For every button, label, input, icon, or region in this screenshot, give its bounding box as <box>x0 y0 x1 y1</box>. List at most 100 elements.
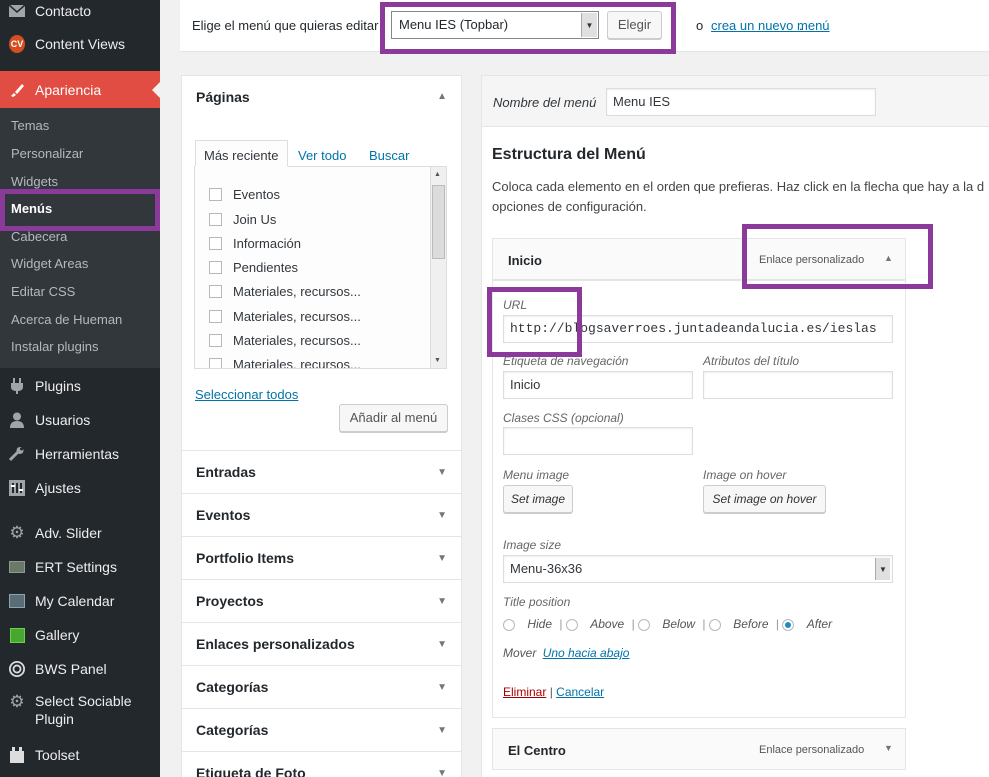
chevron-down-icon: ▼ <box>437 510 447 521</box>
submenu-widgets[interactable]: Widgets <box>0 168 160 196</box>
submenu-menus[interactable]: Menús <box>0 195 160 223</box>
menu-name-input[interactable]: Menu IES <box>606 88 876 116</box>
submenu-temas[interactable]: Temas <box>0 112 160 140</box>
cancel-link[interactable]: Cancelar <box>556 685 604 699</box>
section-enlaces-personalizados[interactable]: Enlaces personalizados ▼ <box>182 622 461 665</box>
item-actions: Eliminar | Cancelar <box>503 685 604 699</box>
menu-name-bar: Nombre del menú Menu IES <box>481 75 989 127</box>
checkbox[interactable] <box>209 285 222 298</box>
section-title: Portfolio Items <box>196 550 295 566</box>
checkbox[interactable] <box>209 310 222 323</box>
choose-button[interactable]: Elegir <box>607 11 662 39</box>
chevron-down-icon: ▼ <box>437 553 447 564</box>
submenu-editar-css[interactable]: Editar CSS <box>0 278 160 306</box>
list-scrollbar[interactable]: ▲ ▼ <box>430 167 446 368</box>
or-text: o <box>696 18 704 33</box>
section-portfolio-items[interactable]: Portfolio Items ▼ <box>182 536 461 579</box>
title-attr-label: Atributos del título <box>703 354 800 368</box>
scroll-thumb[interactable] <box>432 185 445 259</box>
menu-item-el-centro[interactable]: El Centro Enlace personalizado ▼ <box>492 728 906 770</box>
sidebar-item-select-sociable[interactable]: ⚙ Select Sociable Plugin <box>0 692 160 732</box>
remove-link[interactable]: Eliminar <box>503 685 546 699</box>
section-categorias-2[interactable]: Categorías ▼ <box>182 708 461 751</box>
chevron-down-icon: ▼ <box>875 558 890 580</box>
sidebar-item-herramientas[interactable]: Herramientas <box>0 443 160 465</box>
sidebar-item-content-views[interactable]: CV Content Views <box>0 32 160 56</box>
list-item[interactable]: Materiales, recursos... <box>209 284 361 299</box>
create-menu-link[interactable]: crea un nuevo menú <box>711 18 830 33</box>
sidebar-item-toolset[interactable]: Toolset <box>0 744 160 766</box>
pages-checklist: Eventos Join Us Información Pendientes M… <box>194 166 447 369</box>
list-item[interactable]: Materiales, recursos... <box>209 357 361 368</box>
tab-recent[interactable]: Más reciente <box>195 140 288 167</box>
checkbox[interactable] <box>209 237 222 250</box>
radio-before[interactable] <box>708 618 721 631</box>
select-all-link[interactable]: Seleccionar todos <box>195 387 298 402</box>
section-entradas[interactable]: Entradas ▼ <box>182 450 461 493</box>
title-position-radios: Hide | Above | Below | Before | After <box>503 617 832 631</box>
radio-below[interactable] <box>638 618 651 631</box>
section-proyectos[interactable]: Proyectos ▼ <box>182 579 461 622</box>
list-item[interactable]: Eventos <box>209 187 280 202</box>
chevron-down-icon[interactable]: ▼ <box>884 743 893 753</box>
list-item[interactable]: Materiales, recursos... <box>209 309 361 324</box>
menu-item-inicio[interactable]: Inicio Enlace personalizado ▲ <box>492 238 906 280</box>
sidebar-item-bws-panel[interactable]: BWS Panel <box>0 658 160 680</box>
calendar-icon <box>9 593 25 609</box>
sidebar-item-contacto[interactable]: Contacto <box>0 0 160 22</box>
radio-after[interactable] <box>782 618 795 631</box>
tab-view-all[interactable]: Ver todo <box>298 148 346 163</box>
section-title: Categorías <box>196 722 269 738</box>
section-etiqueta-foto[interactable]: Etiqueta de Foto ▼ <box>182 751 461 777</box>
list-item[interactable]: Materiales, recursos... <box>209 333 361 348</box>
sidebar-item-my-calendar[interactable]: My Calendar <box>0 590 160 612</box>
menu-name-label: Nombre del menú <box>493 95 597 110</box>
checkbox[interactable] <box>209 188 222 201</box>
checkbox[interactable] <box>209 261 222 274</box>
scroll-up-icon[interactable]: ▲ <box>434 171 441 178</box>
sidebar-item-usuarios[interactable]: Usuarios <box>0 409 160 431</box>
css-classes-input[interactable] <box>503 427 693 455</box>
checkbox[interactable] <box>209 334 222 347</box>
submenu-personalizar[interactable]: Personalizar <box>0 140 160 168</box>
list-item[interactable]: Join Us <box>209 212 276 227</box>
sidebar-item-ajustes[interactable]: Ajustes <box>0 477 160 499</box>
sidebar-item-label: BWS Panel <box>35 661 107 677</box>
section-eventos[interactable]: Eventos ▼ <box>182 493 461 536</box>
checkbox[interactable] <box>209 213 222 226</box>
menu-select-dropdown[interactable]: Menu IES (Topbar) ▼ <box>391 11 599 39</box>
chevron-up-icon[interactable]: ▲ <box>884 253 893 263</box>
sidebar-item-ert-settings[interactable]: ERT Settings <box>0 556 160 578</box>
set-hover-image-button[interactable]: Set image on hover <box>703 485 826 513</box>
sidebar-item-label: Plugins <box>35 378 81 394</box>
submenu-acerca-hueman[interactable]: Acerca de Hueman <box>0 306 160 334</box>
list-item[interactable]: Información <box>209 236 301 251</box>
radio-above[interactable] <box>565 618 578 631</box>
submenu-instalar-plugins[interactable]: Instalar plugins <box>0 333 160 361</box>
pages-section-header[interactable]: Páginas ▲ <box>182 76 461 119</box>
title-attr-input[interactable] <box>703 371 893 399</box>
image-size-select[interactable]: Menu-36x36 ▼ <box>503 555 893 583</box>
set-image-button[interactable]: Set image <box>503 485 573 513</box>
url-input[interactable]: http://blogsaverroes.juntadeandalucia.es… <box>503 315 893 343</box>
radio-hide[interactable] <box>503 618 515 631</box>
add-to-menu-button[interactable]: Añadir al menú <box>339 404 448 432</box>
section-title: Categorías <box>196 679 269 695</box>
sidebar-item-gallery[interactable]: Gallery <box>0 624 160 646</box>
sidebar-item-plugins[interactable]: Plugins <box>0 375 160 397</box>
tab-search[interactable]: Buscar <box>369 148 409 163</box>
submenu-widget-areas[interactable]: Widget Areas <box>0 250 160 278</box>
move-label: Mover <box>503 646 537 660</box>
sidebar-item-adv-slider[interactable]: ⚙ Adv. Slider <box>0 522 160 544</box>
sidebar-item-apariencia[interactable]: Apariencia <box>0 71 160 108</box>
sidebar-item-label: Adv. Slider <box>35 525 102 541</box>
nav-label-input[interactable]: Inicio <box>503 371 693 399</box>
submenu-cabecera[interactable]: Cabecera <box>0 223 160 251</box>
section-title: Entradas <box>196 464 256 480</box>
checkbox[interactable] <box>209 358 222 368</box>
scroll-down-icon[interactable]: ▼ <box>434 357 441 364</box>
menu-image-label: Menu image <box>503 468 570 482</box>
move-down-link[interactable]: Uno hacia abajo <box>543 646 630 660</box>
section-categorias[interactable]: Categorías ▼ <box>182 665 461 708</box>
list-item[interactable]: Pendientes <box>209 260 298 275</box>
